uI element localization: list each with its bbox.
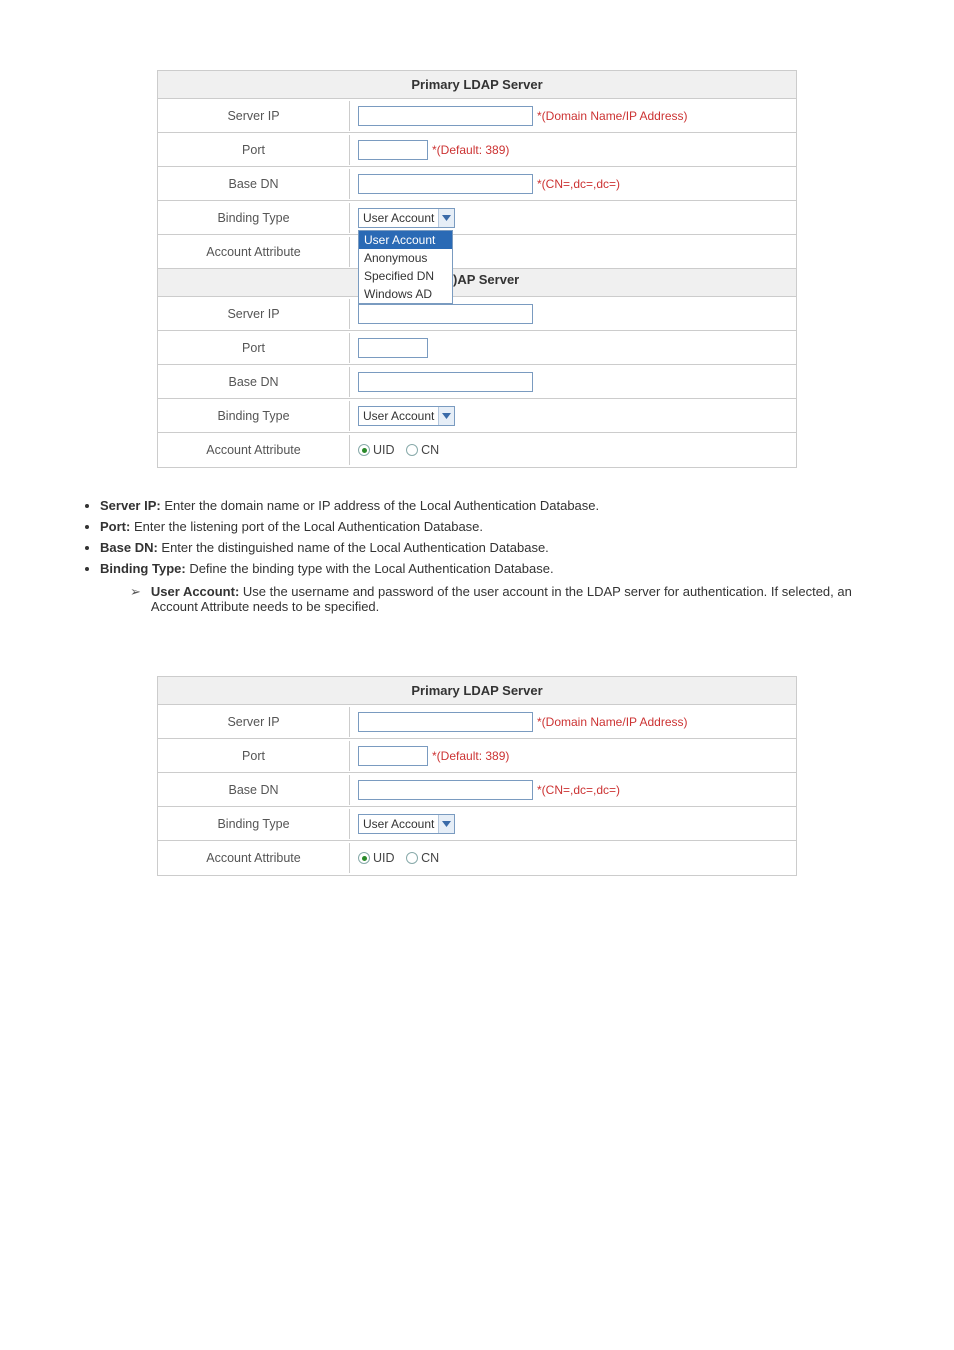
radio-cn[interactable]: CN [406, 443, 439, 457]
port-input[interactable] [358, 140, 428, 160]
label-port-p2: Port [158, 741, 350, 771]
label-base-dn-p2: Base DN [158, 775, 350, 805]
binding-type-dropdown: User Account Anonymous Specified DN Wind… [358, 230, 453, 304]
list-item: Binding Type: Define the binding type wi… [100, 561, 894, 576]
port-hint-p2: *(Default: 389) [432, 749, 509, 763]
bullet-list: Server IP: Enter the domain name or IP a… [100, 498, 894, 576]
dropdown-option[interactable]: Windows AD [359, 285, 452, 303]
chevron-down-icon [438, 815, 454, 833]
dropdown-option[interactable]: User Account [359, 231, 452, 249]
port-hint: *(Default: 389) [432, 143, 509, 157]
binding-type-select-p2[interactable]: User Account [358, 814, 455, 834]
base-dn-hint: *(CN=,dc=,dc=) [537, 177, 620, 191]
radio-uid[interactable]: UID [358, 443, 395, 457]
primary-ldap-panel-2: Primary LDAP Server Server IP *(Domain N… [157, 676, 797, 876]
label-server-ip-p2: Server IP [158, 707, 350, 737]
label-server-ip-2: Server IP [158, 299, 350, 329]
chevron-down-icon [438, 407, 454, 425]
server-ip-hint-p2: *(Domain Name/IP Address) [537, 715, 688, 729]
binding-type-value-p2: User Account [363, 817, 434, 831]
label-account-attr-2: Account Attribute [158, 435, 350, 465]
label-binding-type: Binding Type [158, 203, 350, 233]
base-dn-input[interactable] [358, 174, 533, 194]
server-ip-input-2[interactable] [358, 304, 533, 324]
panel1-sec2-header: X )AP Server [158, 269, 796, 297]
dropdown-option[interactable]: Anonymous [359, 249, 452, 267]
base-dn-input-p2[interactable] [358, 780, 533, 800]
binding-type-value-2: User Account [363, 409, 434, 423]
label-port: Port [158, 135, 350, 165]
chevron-down-icon [438, 209, 454, 227]
panel1-title: Primary LDAP Server [158, 71, 796, 99]
label-server-ip: Server IP [158, 101, 350, 131]
arrow-icon: ➢ [130, 584, 141, 614]
label-base-dn-2: Base DN [158, 367, 350, 397]
port-input-p2[interactable] [358, 746, 428, 766]
primary-ldap-panel-1: Primary LDAP Server Server IP *(Domain N… [157, 70, 797, 468]
list-item: Port: Enter the listening port of the Lo… [100, 519, 894, 534]
base-dn-input-2[interactable] [358, 372, 533, 392]
sec2-title-frag: )AP Server [447, 270, 525, 289]
binding-type-select[interactable]: User Account [358, 208, 455, 228]
label-base-dn: Base DN [158, 169, 350, 199]
label-binding-type-2: Binding Type [158, 401, 350, 431]
dropdown-option[interactable]: Specified DN [359, 267, 452, 285]
label-account-attr: Account Attribute [158, 237, 350, 267]
port-input-2[interactable] [358, 338, 428, 358]
label-binding-type-p2: Binding Type [158, 809, 350, 839]
list-item: Base DN: Enter the distinguished name of… [100, 540, 894, 555]
list-item: Server IP: Enter the domain name or IP a… [100, 498, 894, 513]
server-ip-input-p2[interactable] [358, 712, 533, 732]
panel2-title: Primary LDAP Server [158, 677, 796, 705]
binding-type-value: User Account [363, 211, 434, 225]
base-dn-hint-p2: *(CN=,dc=,dc=) [537, 783, 620, 797]
arrow-list-item: ➢ User Account: Use the username and pas… [130, 584, 894, 614]
label-account-attr-p2: Account Attribute [158, 843, 350, 873]
server-ip-input[interactable] [358, 106, 533, 126]
server-ip-hint: *(Domain Name/IP Address) [537, 109, 688, 123]
label-port-2: Port [158, 333, 350, 363]
binding-type-select-2[interactable]: User Account [358, 406, 455, 426]
radio-uid-p2[interactable]: UID [358, 851, 395, 865]
radio-cn-p2[interactable]: CN [406, 851, 439, 865]
